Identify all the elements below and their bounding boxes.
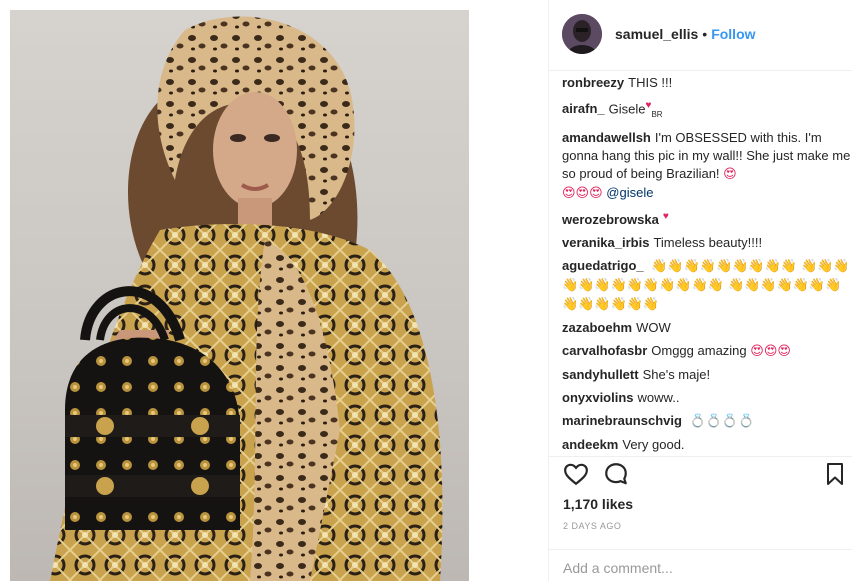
comment: onyxviolins woww.. [562,389,852,407]
comment-text: Omggg amazing [651,343,747,359]
comment: veranika_irbis Timeless beauty!!!! [562,234,852,252]
like-button[interactable] [563,461,589,487]
comment-text: Gisele [608,101,646,117]
heart-eyes-emoji-icon: 😍 [723,166,737,182]
comment-username[interactable]: amandawellsh [562,130,651,145]
comments-list: ronbreezy THIS !!! airafn_ Gisele♥BR amand… [562,74,852,454]
separator: • [702,26,708,42]
comment: amandawellsh I'm OBSESSED with this. I'm … [562,129,852,203]
comment-username[interactable]: airafn_ [562,101,605,116]
comment-text: Very good. [622,437,685,453]
comment-username[interactable]: onyxviolins [562,390,634,405]
post-timestamp[interactable]: 2 DAYS AGO [563,521,621,531]
post-image[interactable] [10,10,469,581]
add-comment-placeholder: Add a comment... [563,560,673,576]
avatar[interactable] [562,14,602,54]
heart-eyes-emoji-icon: 😍😍😍 [750,344,791,360]
post-header: samuel_ellis • Follow [549,0,852,71]
comment-text: She's maje! [642,367,711,383]
heart-icon [564,463,588,486]
heart-eyes-emoji-icon: 😍😍😍 [562,185,603,201]
comment: werozebrowska ♥ [562,208,852,229]
comment: carvalhofasbr Omggg amazing 😍😍😍 [562,342,852,361]
comment: zazaboehm WOW [562,319,852,337]
post-actions: 1,170 likes 2 DAYS AGO Add a comment... [549,456,852,582]
save-button[interactable] [823,461,847,487]
ring-emoji-icon: 💍💍💍💍 [689,414,755,430]
comment-username[interactable]: sandyhullett [562,367,639,382]
comment-suffix: BR [651,109,663,119]
comment-username[interactable]: zazaboehm [562,320,632,335]
username-row: samuel_ellis • Follow [615,26,756,42]
mention-link[interactable]: @gisele [606,185,653,200]
comment-text: WOW [636,320,671,336]
comment: sandyhullett She's maje! [562,366,852,384]
comment: ronbreezy THIS !!! [562,74,852,92]
comment-username[interactable]: veranika_irbis [562,235,649,250]
comment-username[interactable]: carvalhofasbr [562,343,647,358]
avatar-image [562,14,602,54]
comment: airafn_ Gisele♥BR [562,97,852,124]
bookmark-icon [827,463,843,485]
comment: aguedatrigo_ 👋👋👋👋👋👋👋👋👋 👋👋👋👋👋👋👋👋👋👋👋👋👋 👋👋👋… [562,257,852,314]
comment-username[interactable]: ronbreezy [562,75,624,90]
comment-text: THIS !!! [628,75,673,90]
comment-text: Timeless beauty!!!! [653,235,763,251]
add-comment-field[interactable]: Add a comment... [549,549,852,583]
comment-username[interactable]: andeekm [562,437,618,452]
heart-emoji-icon: ♥ [662,210,669,222]
comment-username[interactable]: aguedatrigo_ [562,258,644,273]
comment: marinebraunschvig 💍💍💍💍 [562,412,852,431]
comment-username[interactable]: marinebraunschvig [562,413,682,428]
comment-username[interactable]: werozebrowska [562,212,659,227]
comment-text: woww.. [637,390,680,406]
instagram-post: samuel_ellis • Follow ronbreezy THIS !!! ai… [0,0,852,581]
post-photo-illustration [50,16,443,581]
comment: andeekm Very good. [562,436,852,454]
likes-count[interactable]: 1,170 likes [563,496,633,512]
comment-icon [605,463,627,485]
username-link[interactable]: samuel_ellis [615,26,698,42]
post-sidebar: samuel_ellis • Follow ronbreezy THIS !!! ai… [548,0,852,581]
follow-button[interactable]: Follow [711,26,755,42]
comment-button[interactable] [603,461,629,487]
